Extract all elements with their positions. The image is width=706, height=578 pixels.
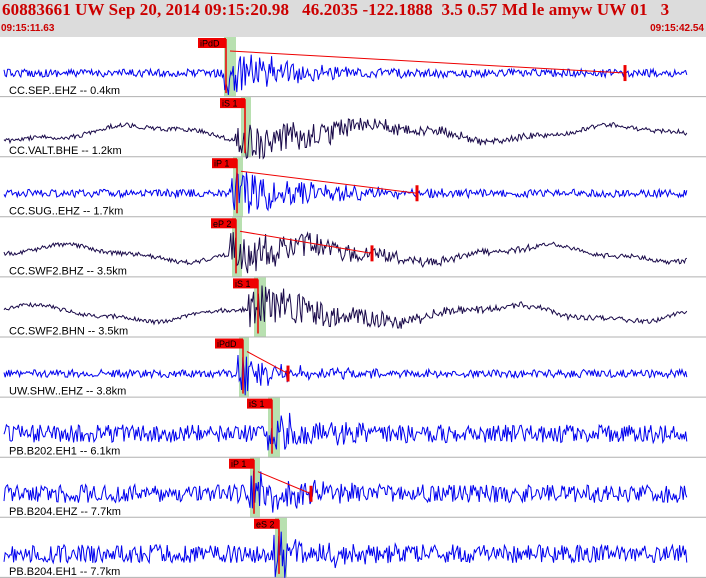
waveform — [3, 285, 688, 329]
trace-panel: iP 1 CC.SUG..EHZ -- 1.7km — [0, 158, 706, 218]
trace-panel: iPdD UW.SHW..EHZ -- 3.8km — [0, 338, 706, 398]
time-start-label: 09:15:11.63 — [1, 23, 55, 34]
trace-panel: eP 2 CC.SWF2.BHZ -- 3.5km — [0, 218, 706, 278]
station-label: PB.B202.EH1 -- 6.1km — [9, 446, 120, 458]
header-bar: 60883661 UW Sep 20, 2014 09:15:20.98 46.… — [0, 0, 706, 37]
trace-panel: iS 1 PB.B202.EH1 -- 6.1km — [0, 398, 706, 458]
station-label: CC.SWF2.BHN -- 3.5km — [9, 326, 128, 338]
trace-panel: eS 2 PB.B204.EH1 -- 7.7km — [0, 518, 706, 578]
event-title: 60883661 UW Sep 20, 2014 09:15:20.98 46.… — [2, 0, 670, 19]
pick-label: iPdD — [217, 339, 237, 349]
time-end-label: 09:15:42.54 — [650, 23, 704, 34]
seismogram-plot: iPdD CC.SEP..EHZ -- 0.4km iS 1 CC.VALT.BHE … — [0, 37, 706, 578]
coda-line — [229, 50, 626, 74]
station-label: CC.SWF2.BHZ -- 3.5km — [9, 265, 127, 277]
coda-marker — [286, 365, 290, 382]
coda-marker — [370, 245, 374, 262]
station-label: CC.SUG..EHZ -- 1.7km — [9, 205, 123, 217]
station-label: CC.VALT.BHE -- 1.2km — [9, 145, 122, 157]
trace-panel: iP 1 PB.B204.EHZ -- 7.7km — [0, 458, 706, 518]
pick-label: iS 1 — [222, 99, 238, 109]
coda-marker — [623, 65, 627, 82]
pick-label: iPdD — [200, 39, 220, 49]
pick-label: eS 2 — [256, 519, 275, 529]
station-label: UW.SHW..EHZ -- 3.8km — [9, 386, 126, 398]
pick-label: eP 2 — [213, 219, 231, 229]
pick-label: iP 1 — [214, 159, 229, 169]
coda-line — [240, 170, 418, 194]
pick-label: iS 1 — [235, 279, 251, 289]
pick-label: iS 1 — [249, 399, 265, 409]
coda-marker — [415, 185, 419, 202]
station-label: PB.B204.EHZ -- 7.7km — [9, 506, 121, 518]
station-label: PB.B204.EH1 -- 7.7km — [9, 566, 120, 578]
trace-panel: iS 1 CC.SWF2.BHN -- 3.5km — [0, 278, 706, 338]
station-label: CC.SEP..EHZ -- 0.4km — [9, 85, 120, 97]
trace-panel: iS 1 CC.VALT.BHE -- 1.2km — [0, 98, 706, 160]
trace-panel: iPdD CC.SEP..EHZ -- 0.4km — [0, 38, 706, 98]
pick-label: iP 1 — [231, 459, 246, 469]
waveform — [3, 412, 688, 451]
coda-line — [257, 471, 312, 495]
coda-marker — [309, 485, 313, 502]
